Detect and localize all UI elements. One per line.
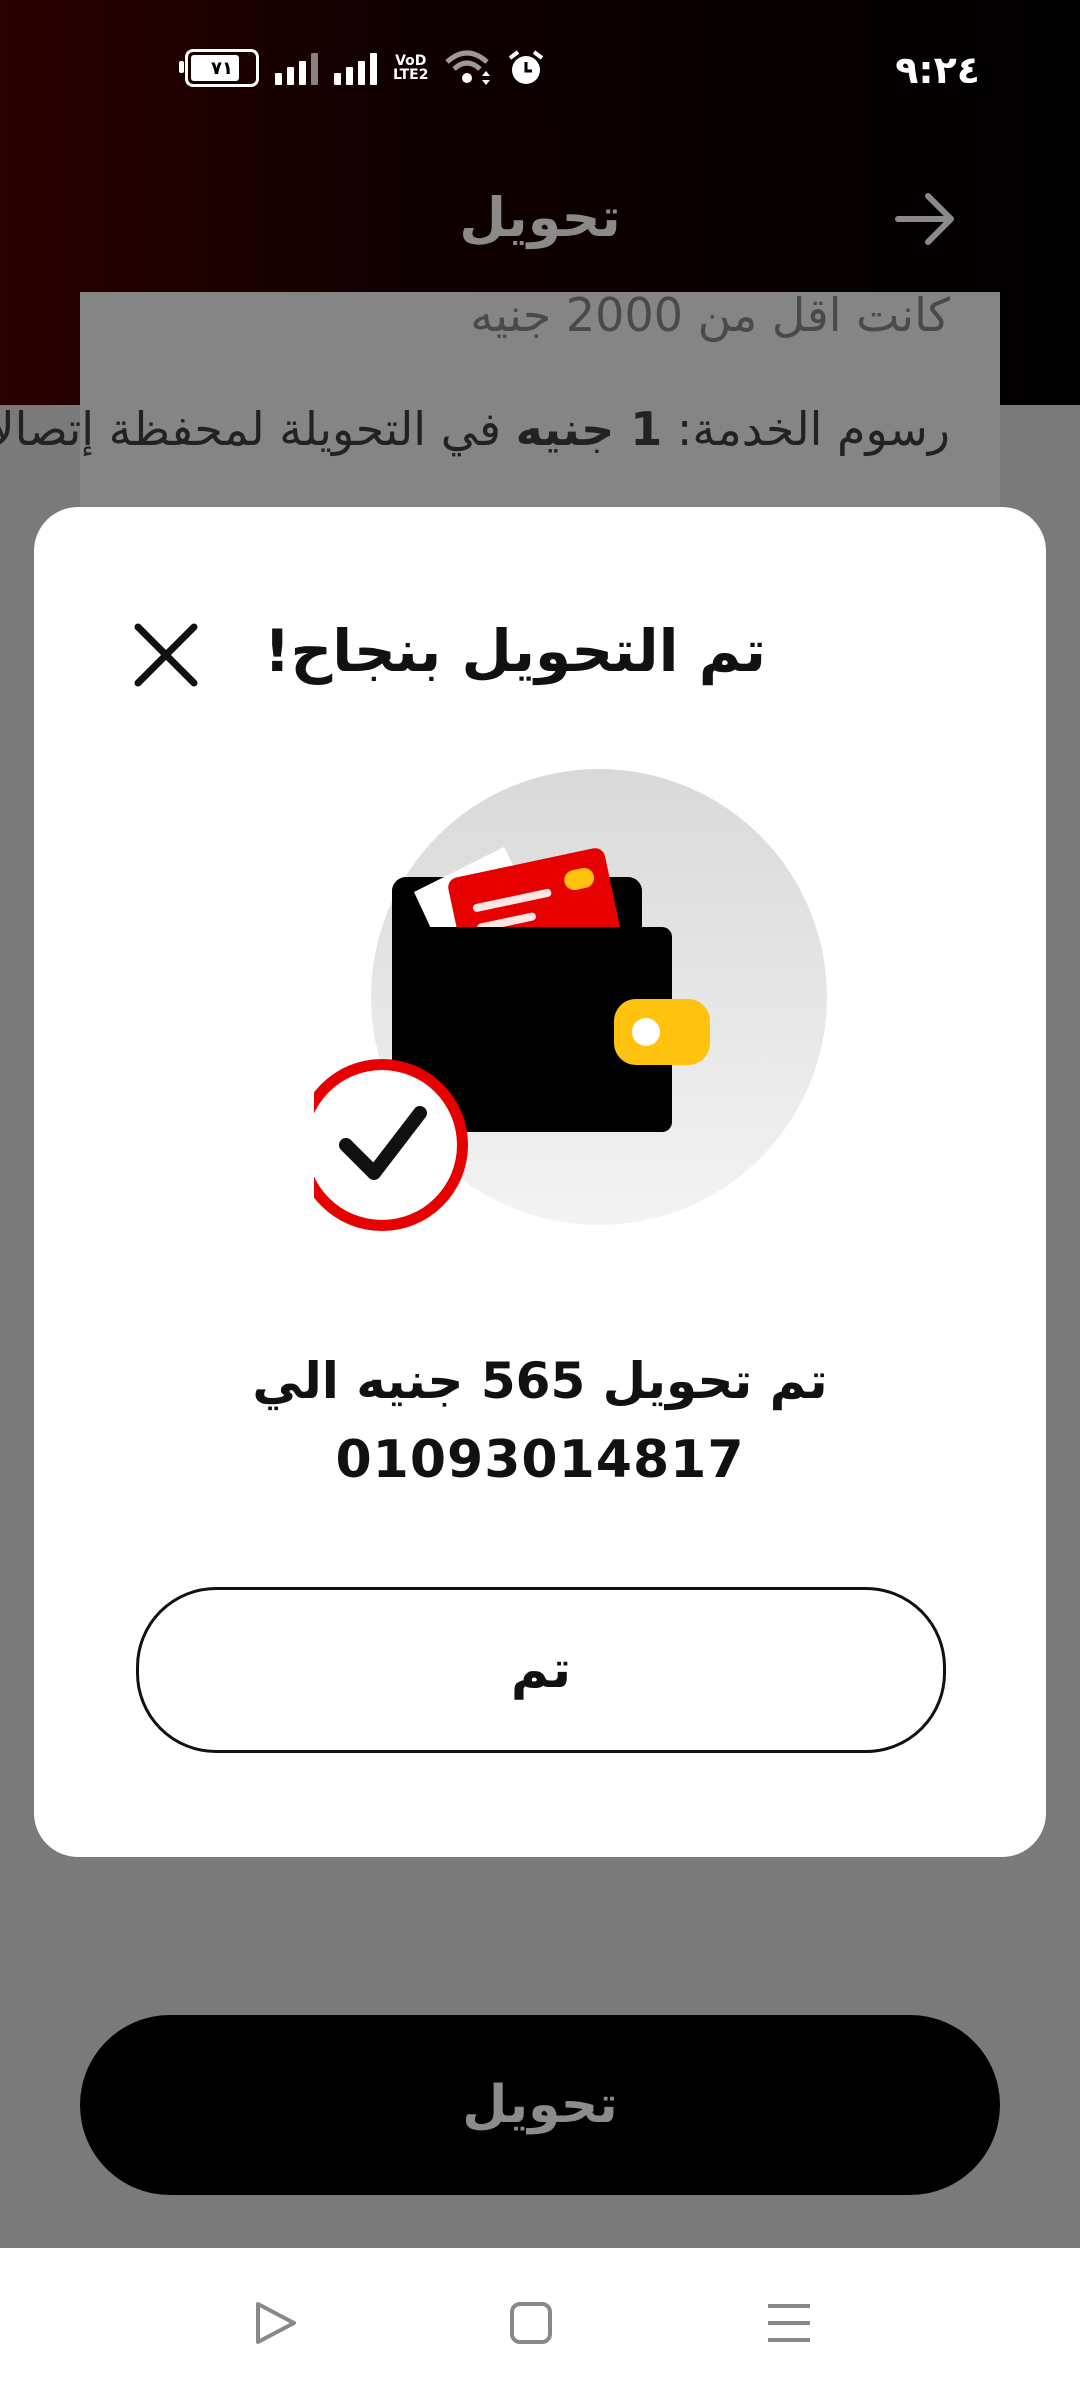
battery-level: ٧١ xyxy=(211,57,233,79)
done-button-label: تم xyxy=(510,1640,572,1700)
alarm-icon xyxy=(509,50,544,84)
status-time: ٩:٢٤ xyxy=(895,48,980,92)
status-icons: ٧١ VoD LTE2 xyxy=(179,48,546,88)
transfer-message: تم تحويل 565 جنيه الي 01093014817 xyxy=(34,1352,1046,1490)
battery-icon: ٧١ xyxy=(179,49,259,87)
menu-icon[interactable] xyxy=(764,2298,814,2348)
wifi-icon xyxy=(445,50,491,85)
transfer-button[interactable]: تحويل xyxy=(80,2015,1000,2195)
fee-prefix: رسوم الخدمة: xyxy=(662,402,950,456)
signal-2-icon xyxy=(334,51,377,85)
transfer-button-label: تحويل xyxy=(462,2075,618,2135)
square-home-icon[interactable] xyxy=(506,2298,556,2348)
app-header: تحويل xyxy=(0,160,1080,280)
done-button[interactable]: تم xyxy=(136,1587,946,1753)
system-nav-bar xyxy=(0,2248,1080,2400)
recipient-number: 01093014817 xyxy=(335,1430,745,1490)
success-dialog: تم التحويل بنجاح! تم تحويل 565 جنيه الي … xyxy=(34,507,1046,1857)
dialog-title: تم التحويل بنجاح! xyxy=(264,617,766,685)
wallet-success-icon xyxy=(314,769,827,1231)
fee-amount: 1 جنيه xyxy=(515,402,663,456)
info-limit-text: كانت اقل من 2000 جنيه xyxy=(470,288,950,342)
volte-icon: VoD LTE2 xyxy=(393,53,429,83)
status-bar: ٧١ VoD LTE2 ٩:٢٤ xyxy=(0,0,1080,140)
signal-1-icon xyxy=(275,51,318,85)
info-fee-text: رسوم الخدمة: 1 جنيه في التحويلة لمحفظة إ… xyxy=(0,402,950,456)
transfer-amount-text: تم تحويل 565 جنيه الي xyxy=(252,1352,828,1410)
arrow-right-icon[interactable] xyxy=(890,184,960,254)
triangle-back-icon[interactable] xyxy=(250,2298,300,2348)
fee-suffix: في التحويلة لمحفظة إتصالا xyxy=(0,402,516,456)
close-icon[interactable] xyxy=(130,619,202,691)
